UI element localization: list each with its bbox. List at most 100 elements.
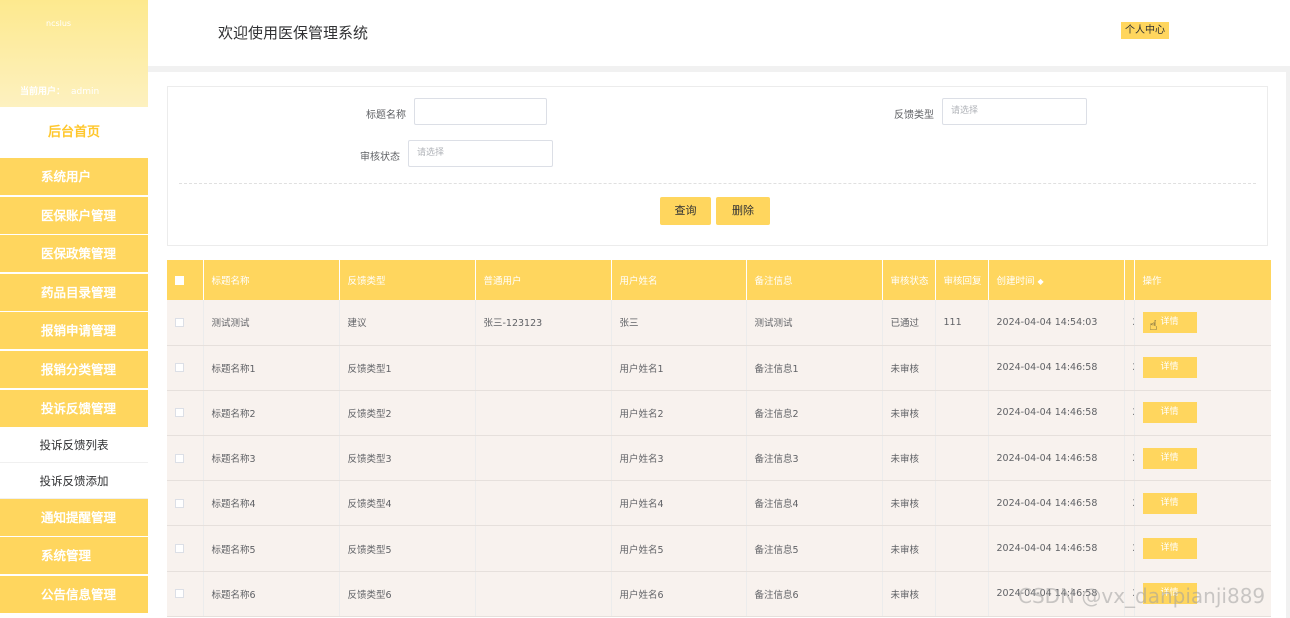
cell-remark: 备注信息1 — [746, 345, 883, 391]
sidebar-menu: 系统用户 医保账户管理 医保政策管理 药品目录管理 报销申请管理 报销分类管理 … — [0, 158, 148, 613]
feedback-type-select[interactable]: 请选择 — [942, 98, 1087, 125]
detail-button[interactable]: 详情 — [1142, 447, 1197, 469]
column-header-time-label: 创建时间 — [996, 276, 1035, 287]
cell-reply — [935, 435, 989, 482]
column-header-title: 标题名称 — [203, 260, 340, 300]
sidebar-item-notifications[interactable]: 通知提醒管理 — [0, 498, 148, 536]
cell-actions: 详情 — [1134, 435, 1271, 482]
cell-status: 未审核 — [882, 390, 936, 437]
cell-title: 标题名称3 — [203, 435, 340, 482]
cell-name: 用户姓名3 — [611, 435, 747, 482]
column-header-time[interactable]: 创建时间 ◆ — [988, 260, 1125, 300]
cell-user — [475, 390, 612, 437]
select-all-checkbox[interactable] — [175, 275, 184, 285]
column-header-type: 反馈类型 — [339, 260, 476, 300]
row-checkbox-cell[interactable] — [167, 390, 204, 437]
cell-extra: 2 — [1124, 300, 1135, 346]
select-all-cell[interactable] — [167, 260, 204, 300]
cell-remark: 测试测试 — [746, 300, 883, 346]
cell-actions: 详情 — [1134, 525, 1271, 572]
column-header-name: 用户姓名 — [611, 260, 747, 300]
sidebar-subitem-feedback-list[interactable]: 投诉反馈列表 — [0, 426, 148, 463]
cell-name: 用户姓名4 — [611, 480, 747, 527]
main-content: 标题名称 反馈类型 请选择 审核状态 请选择 查询 删除 标题名称 反馈类型 普… — [148, 72, 1286, 618]
sidebar-item-home[interactable]: 后台首页 — [0, 107, 148, 158]
sidebar-item-announcements[interactable]: 公告信息管理 — [0, 575, 148, 613]
title-input[interactable] — [414, 98, 547, 125]
cell-extra: 2 — [1124, 525, 1135, 572]
delete-button[interactable]: 删除 — [716, 197, 770, 225]
cell-name: 用户姓名6 — [611, 571, 747, 617]
sidebar-item-insurance-policy[interactable]: 医保政策管理 — [0, 235, 148, 273]
cell-time: 2024-04-04 14:54:03 — [988, 300, 1125, 346]
detail-button[interactable]: 详情 — [1142, 538, 1197, 560]
cell-reply — [935, 390, 989, 437]
cell-extra: 2 — [1124, 480, 1135, 527]
cell-type: 反馈类型6 — [339, 571, 476, 617]
cell-status: 未审核 — [882, 571, 936, 617]
cell-user — [475, 480, 612, 527]
sidebar-item-system-users[interactable]: 系统用户 — [0, 158, 148, 195]
sidebar-item-reimbursement-apply[interactable]: 报销申请管理 — [0, 312, 148, 350]
row-checkbox[interactable] — [175, 544, 184, 554]
sidebar-item-drug-catalog[interactable]: 药品目录管理 — [0, 273, 148, 311]
row-checkbox-cell[interactable] — [167, 571, 204, 617]
logo: ncslus — [46, 19, 72, 28]
cell-title: 标题名称2 — [203, 390, 340, 437]
audit-status-label: 审核状态 — [360, 152, 400, 163]
row-checkbox[interactable] — [175, 589, 184, 599]
column-header-remark: 备注信息 — [746, 260, 883, 300]
detail-button[interactable]: 详情 — [1142, 402, 1197, 424]
row-checkbox-cell[interactable] — [167, 300, 204, 346]
sidebar-item-system-settings[interactable]: 系统管理 — [0, 537, 148, 575]
sidebar-item-complaint-feedback[interactable]: 投诉反馈管理 — [0, 389, 148, 427]
cell-name: 用户姓名2 — [611, 390, 747, 437]
cell-user — [475, 345, 612, 391]
sidebar-header: ncslus 当前用户： admin — [0, 0, 148, 107]
row-checkbox[interactable] — [175, 363, 184, 373]
cell-name: 用户姓名1 — [611, 345, 747, 391]
watermark: CSDN @vx_danpianji889 — [1018, 584, 1266, 608]
audit-status-select[interactable]: 请选择 — [408, 140, 553, 167]
row-checkbox[interactable] — [175, 317, 184, 327]
sort-icon[interactable]: ◆ — [1038, 277, 1044, 286]
cell-title: 标题名称6 — [203, 571, 340, 617]
table-row: 标题名称1 反馈类型1 用户姓名1 备注信息1 未审核 2024-04-04 14:46:… — [167, 345, 1271, 391]
row-checkbox[interactable] — [175, 453, 184, 463]
cell-title: 标题名称5 — [203, 525, 340, 572]
sidebar-subitem-feedback-add[interactable]: 投诉反馈添加 — [0, 462, 148, 499]
cell-actions: 详情 — [1134, 345, 1271, 391]
cell-extra: 2 — [1124, 345, 1135, 391]
cell-status: 未审核 — [882, 345, 936, 391]
cell-type: 建议 — [339, 300, 476, 346]
row-checkbox-cell[interactable] — [167, 525, 204, 572]
user-center-button[interactable]: 个人中心 — [1121, 22, 1169, 39]
row-checkbox-cell[interactable] — [167, 480, 204, 527]
row-checkbox[interactable] — [175, 408, 184, 418]
cell-status: 未审核 — [882, 525, 936, 572]
detail-button[interactable]: 详情 — [1142, 357, 1197, 379]
sidebar-item-reimbursement-category[interactable]: 报销分类管理 — [0, 350, 148, 388]
cell-reply — [935, 345, 989, 391]
cell-remark: 备注信息3 — [746, 435, 883, 482]
cell-type: 反馈类型2 — [339, 390, 476, 437]
detail-button[interactable]: 详情 — [1142, 492, 1197, 514]
table-row: 标题名称2 反馈类型2 用户姓名2 备注信息2 未审核 2024-04-04 14:46:… — [167, 390, 1271, 437]
cell-type: 反馈类型4 — [339, 480, 476, 527]
cell-reply — [935, 571, 989, 617]
cell-time: 2024-04-04 14:46:58 — [988, 435, 1125, 482]
current-user: 当前用户： admin — [20, 84, 99, 97]
row-checkbox-cell[interactable] — [167, 435, 204, 482]
cell-title: 标题名称1 — [203, 345, 340, 391]
hand-cursor-icon: ☝ — [1149, 318, 1158, 334]
search-panel: 标题名称 反馈类型 请选择 审核状态 请选择 查询 删除 — [167, 86, 1268, 246]
cell-time: 2024-04-04 14:46:58 — [988, 345, 1125, 391]
cell-user — [475, 571, 612, 617]
cell-type: 反馈类型1 — [339, 345, 476, 391]
cell-remark: 备注信息6 — [746, 571, 883, 617]
row-checkbox-cell[interactable] — [167, 345, 204, 391]
query-button[interactable]: 查询 — [660, 197, 711, 225]
cell-remark: 备注信息2 — [746, 390, 883, 437]
row-checkbox[interactable] — [175, 498, 184, 508]
sidebar-item-insurance-accounts[interactable]: 医保账户管理 — [0, 196, 148, 234]
